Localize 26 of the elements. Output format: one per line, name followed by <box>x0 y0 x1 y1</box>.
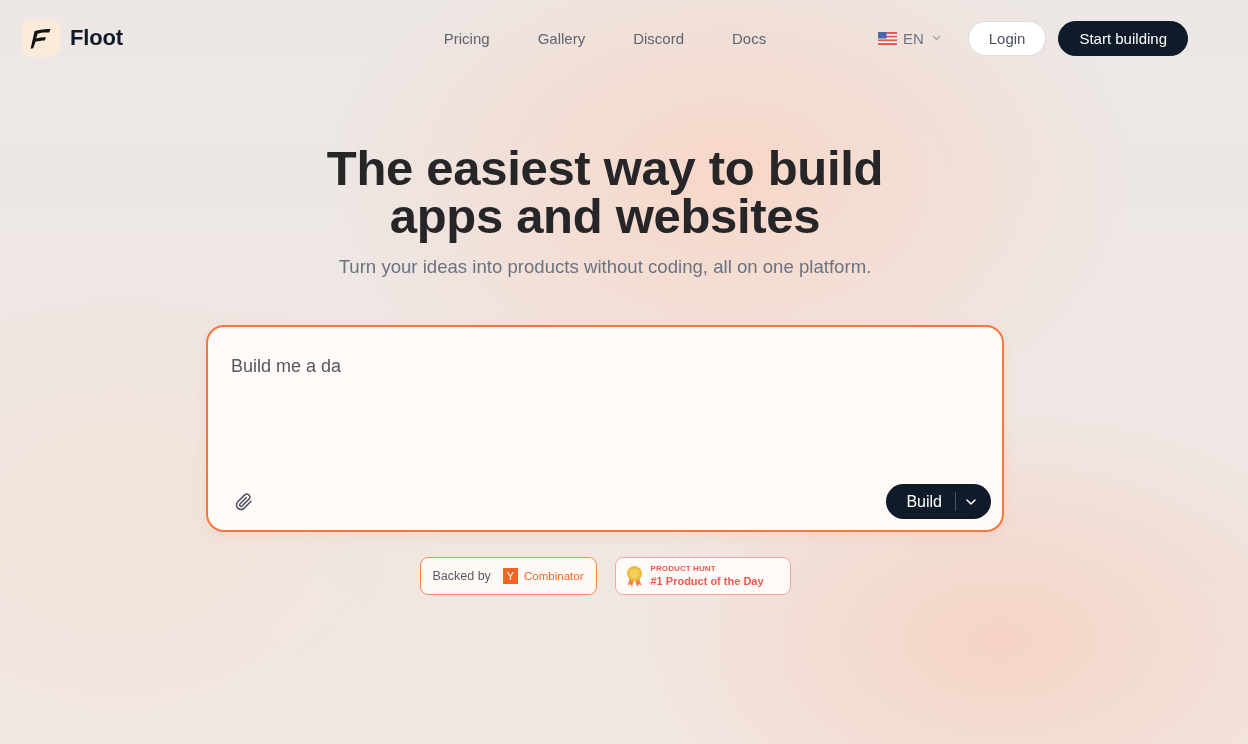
badge-eyebrow: PRODUCT HUNT <box>650 564 717 574</box>
start-building-button[interactable]: Start building <box>1058 20 1188 56</box>
attach-button[interactable] <box>235 492 253 511</box>
paperclip-icon <box>235 492 253 511</box>
chevron-down-icon <box>966 498 976 505</box>
hero-subtitle: Turn your ideas into products without coding, all on one platform. <box>338 255 872 279</box>
flag-icon <box>877 31 897 45</box>
caret-icon <box>931 35 941 41</box>
nav-link[interactable]: Pricing <box>443 29 490 47</box>
badge-title: #1 Product of the Day <box>650 574 764 588</box>
build-button[interactable]: Build <box>886 484 955 519</box>
badge-label: Backed by <box>432 569 491 583</box>
logo-mark: Y <box>502 568 519 584</box>
language-selector[interactable]: EN <box>871 25 947 51</box>
brand-name: Floot <box>70 25 123 51</box>
login-button[interactable]: Login <box>967 20 1047 56</box>
prompt-field[interactable]: Build me a da Build <box>206 325 1004 532</box>
backed-by-badge[interactable]: Backed by Y Combinator <box>419 557 597 595</box>
logo-icon <box>22 19 60 57</box>
nav-link[interactable]: Gallery <box>537 29 586 47</box>
prompt-input[interactable]: Build me a da <box>230 347 991 484</box>
nav-link[interactable]: Discord <box>633 29 684 47</box>
badge-brand-name: Combinator <box>524 570 584 582</box>
medal-icon <box>625 565 643 587</box>
nav-link[interactable]: Docs <box>732 29 767 47</box>
build-options-button[interactable] <box>955 484 991 519</box>
